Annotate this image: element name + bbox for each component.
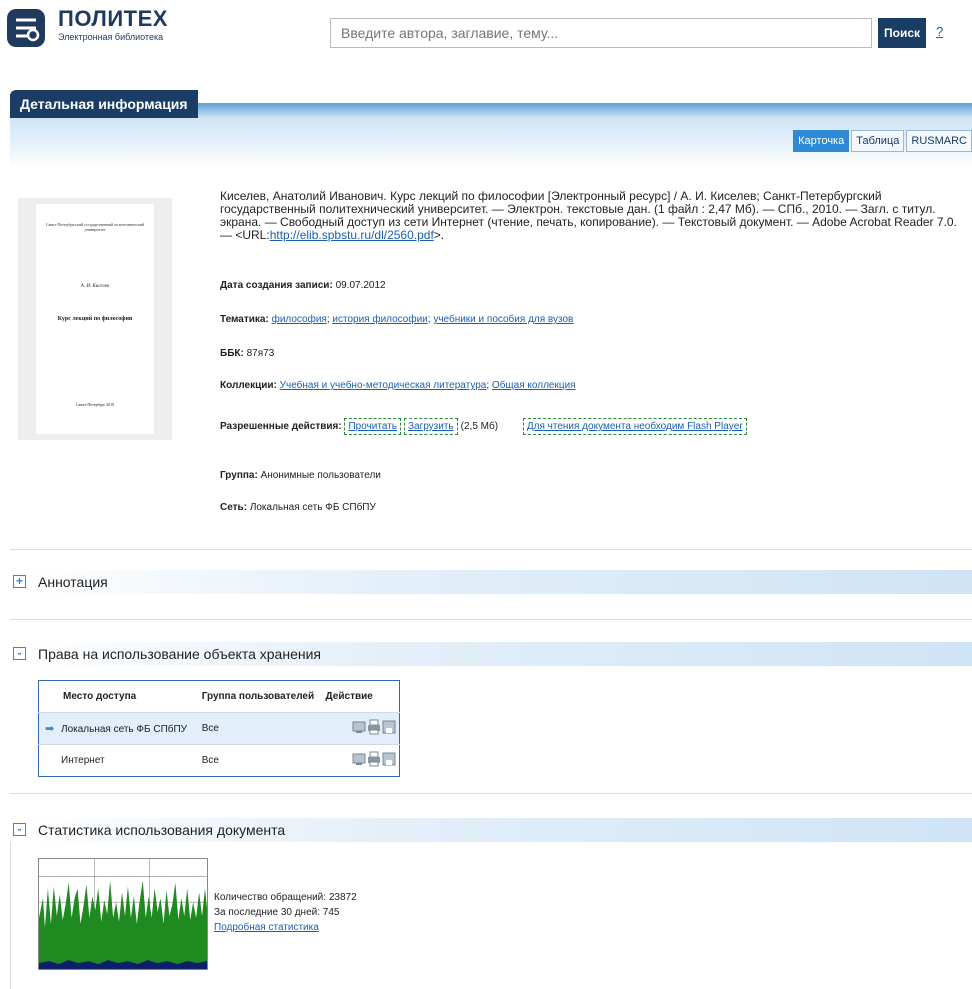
- stats-section-header[interactable]: - Статистика использования документа: [10, 818, 972, 842]
- group-value: Анонимные пользователи: [260, 470, 381, 481]
- created-value: 09.07.2012: [335, 280, 386, 291]
- group-field: Группа: Анонимные пользователи: [220, 470, 381, 481]
- help-link[interactable]: ?: [936, 24, 943, 39]
- cover-page: Санкт-Петербургский государственный поли…: [36, 204, 154, 434]
- topic-link[interactable]: учебники и пособия для вузов: [433, 314, 573, 325]
- header: ПОЛИТЕХ Электронная библиотека Поиск ?: [0, 0, 972, 70]
- logo-title: ПОЛИТЕХ: [58, 6, 168, 31]
- topics-label: Тематика:: [220, 314, 269, 325]
- tab-card[interactable]: Карточка: [793, 130, 850, 152]
- cover-org: Санкт-Петербургский государственный поли…: [45, 222, 145, 232]
- download-size: (2,5 Мб): [460, 421, 499, 432]
- actions-field: Разрешенные действия: Прочитать Загрузить…: [220, 418, 747, 435]
- cover-title: Курс лекций по философии: [57, 316, 133, 322]
- stats-body: [10, 842, 972, 989]
- annotation-body: [10, 594, 972, 620]
- expand-icon[interactable]: +: [13, 575, 26, 588]
- download-button[interactable]: Загрузить: [403, 418, 458, 435]
- collections-field: Коллекции: Учебная и учебно-методическая…: [220, 380, 576, 391]
- search-button[interactable]: Поиск: [878, 18, 926, 48]
- bbk-label: ББК:: [220, 348, 244, 359]
- group-label: Группа:: [220, 470, 258, 481]
- annotation-title: Аннотация: [38, 574, 108, 590]
- collections-label: Коллекции:: [220, 380, 277, 391]
- created-label: Дата создания записи:: [220, 280, 333, 291]
- flash-player-link[interactable]: Для чтения документа необходим Flash Pla…: [522, 418, 747, 435]
- rights-section-header[interactable]: - Права на использование объекта хранени…: [10, 642, 972, 666]
- topic-link[interactable]: история философии: [332, 314, 427, 325]
- read-button[interactable]: Прочитать: [344, 418, 401, 435]
- tab-table[interactable]: Таблица: [851, 130, 905, 152]
- collection-link[interactable]: Общая коллекция: [492, 380, 576, 391]
- collapse-icon[interactable]: -: [13, 823, 26, 836]
- cover-author: А. И. Киселев: [80, 284, 110, 289]
- search-input[interactable]: [330, 18, 872, 48]
- view-tabs: Карточка Таблица RUSMARC: [791, 130, 972, 152]
- book-cover[interactable]: Санкт-Петербургский государственный поли…: [18, 198, 172, 440]
- network-label: Сеть:: [220, 502, 248, 513]
- network-value: Локальная сеть ФБ СПбПУ: [249, 502, 376, 513]
- actions-label: Разрешенные действия:: [220, 421, 342, 432]
- detail-tab-title[interactable]: Детальная информация: [10, 90, 198, 118]
- tab-rusmarc[interactable]: RUSMARC: [906, 130, 972, 152]
- collection-link[interactable]: Учебная и учебно-методическая литература: [280, 380, 487, 391]
- document-url-link[interactable]: http://elib.spbstu.ru/dl/2560.pdf: [270, 228, 434, 242]
- bibliographic-description: Киселев, Анатолий Иванович. Курс лекций …: [220, 190, 972, 242]
- topic-link[interactable]: философия: [272, 314, 327, 325]
- bbk-field: ББК: 87я73: [220, 348, 274, 359]
- collapse-icon[interactable]: -: [13, 647, 26, 660]
- politech-logo-icon[interactable]: [6, 8, 46, 48]
- network-field: Сеть: Локальная сеть ФБ СПбПУ: [220, 502, 376, 513]
- bbk-value: 87я73: [246, 348, 275, 359]
- logo-subtitle: Электронная библиотека: [58, 32, 164, 42]
- cover-place: Санкт-Петербург 2010: [75, 402, 115, 407]
- topics-field: Тематика: философия; история философии; …: [220, 314, 574, 325]
- stats-title: Статистика использования документа: [38, 822, 286, 838]
- created-field: Дата создания записи: 09.07.2012: [220, 280, 386, 291]
- annotation-section-header[interactable]: + Аннотация: [10, 570, 972, 594]
- detail-tab-strip: Детальная информация: [10, 90, 972, 118]
- detail-box: Санкт-Петербургский государственный поли…: [10, 168, 972, 550]
- rights-body: [10, 666, 972, 794]
- rights-title: Права на использование объекта хранения: [38, 646, 321, 662]
- description-tail: >.: [433, 228, 445, 242]
